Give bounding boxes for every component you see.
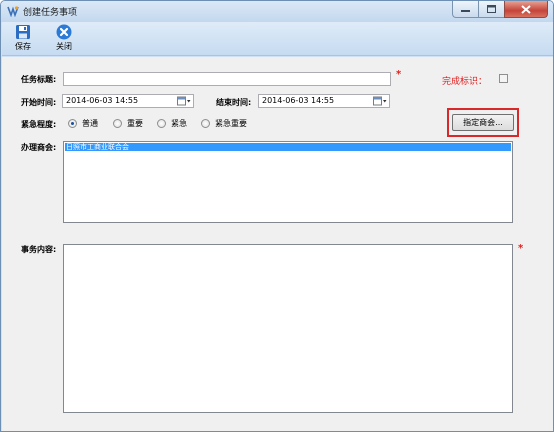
minimize-icon — [461, 10, 470, 12]
chamber-list-item[interactable]: 日照市工商业联合会 — [65, 143, 511, 151]
urgency-normal-label: 普通 — [82, 119, 98, 128]
save-label: 保存 — [15, 42, 31, 51]
title-input[interactable] — [63, 72, 391, 86]
radio-icon — [157, 119, 166, 128]
toolbar: 保存 关闭 — [2, 22, 553, 56]
chamber-label: 办理商会: — [21, 143, 57, 152]
window-title: 创建任务事项 — [23, 8, 78, 18]
radio-icon — [113, 119, 122, 128]
urgency-label: 紧急程度: — [21, 120, 57, 129]
radio-selected-icon — [68, 119, 77, 128]
bottom-strip — [3, 421, 550, 431]
maximize-button[interactable] — [478, 1, 504, 18]
end-time-value: 2014-06-03 14:55 — [262, 96, 335, 105]
app-icon — [7, 6, 19, 17]
calendar-icon — [177, 96, 191, 106]
content-label: 事务内容: — [21, 245, 57, 254]
content-required-mark: * — [518, 243, 524, 254]
close-circle-icon — [56, 24, 72, 40]
window-controls — [452, 1, 548, 18]
start-time-picker[interactable]: 2014-06-03 14:55 — [62, 94, 194, 108]
done-checkbox[interactable] — [499, 74, 508, 83]
urgency-urgent-important-label: 紧急重要 — [215, 119, 247, 128]
urgency-urgent-radio[interactable]: 紧急 — [157, 118, 187, 129]
urgency-urgent-label: 紧急 — [171, 119, 187, 128]
minimize-button[interactable] — [452, 1, 478, 18]
end-calendar-dropdown[interactable] — [373, 96, 387, 106]
done-label: 完成标识： — [442, 77, 488, 87]
chamber-list[interactable]: 日照市工商业联合会 — [63, 141, 513, 223]
calendar-icon — [373, 96, 387, 106]
title-required-mark: * — [396, 69, 402, 80]
end-time-picker[interactable]: 2014-06-03 14:55 — [258, 94, 390, 108]
close-window-button[interactable] — [504, 1, 548, 18]
save-icon — [16, 25, 30, 39]
close-label: 关闭 — [56, 42, 72, 51]
urgency-important-radio[interactable]: 重要 — [113, 118, 143, 129]
content-textarea[interactable] — [63, 244, 513, 413]
title-bar[interactable]: 创建任务事项 — [1, 1, 553, 22]
start-time-label: 开始时间: — [21, 98, 57, 107]
form-area: 任务标题: * 完成标识： 开始时间: 2014-06-03 14:55 结束时… — [2, 57, 553, 431]
save-button[interactable]: 保存 — [8, 24, 38, 52]
close-icon — [521, 4, 531, 14]
radio-icon — [201, 119, 210, 128]
maximize-icon — [487, 5, 496, 13]
close-button[interactable]: 关闭 — [49, 24, 79, 52]
start-calendar-dropdown[interactable] — [177, 96, 191, 106]
urgency-normal-radio[interactable]: 普通 — [68, 118, 98, 129]
end-time-label: 结束时间: — [216, 98, 252, 107]
assign-chamber-button[interactable]: 指定商会... — [452, 114, 514, 131]
title-label: 任务标题: — [21, 75, 57, 84]
urgency-important-label: 重要 — [127, 119, 143, 128]
urgency-urgent-important-radio[interactable]: 紧急重要 — [201, 118, 247, 129]
create-task-window: 创建任务事项 保存 关闭 任务标题: * 完成标识： 开始时间: 2014-06… — [0, 0, 554, 432]
start-time-value: 2014-06-03 14:55 — [66, 96, 139, 105]
